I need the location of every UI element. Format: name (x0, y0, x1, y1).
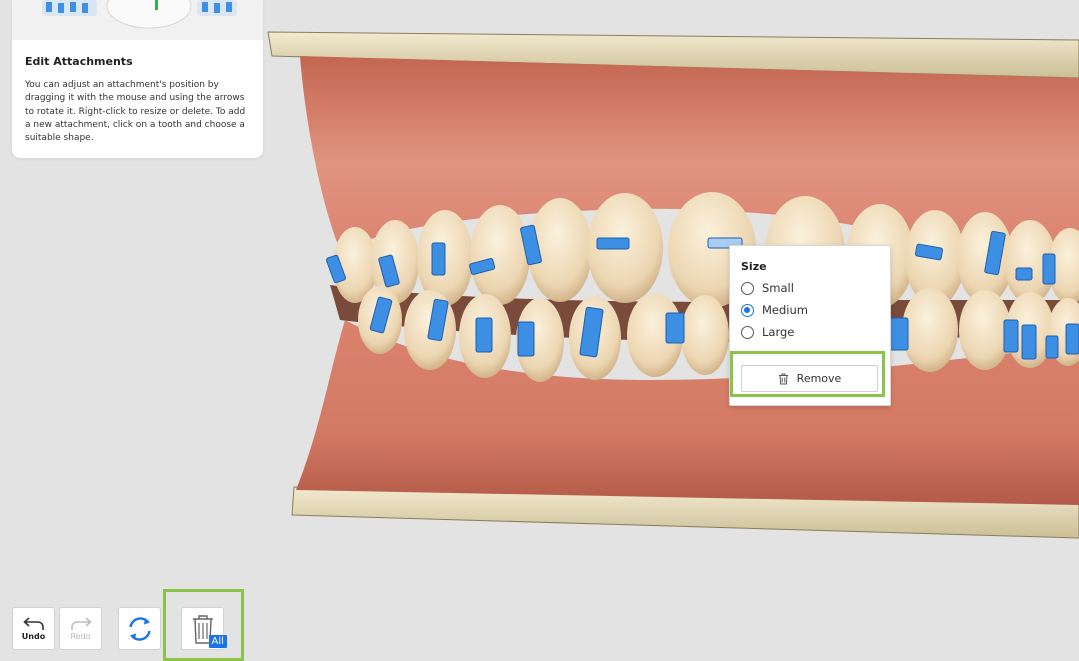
delete-all-button[interactable]: All (181, 607, 227, 650)
attachment (596, 237, 630, 250)
attachment (431, 242, 446, 276)
all-badge: All (208, 634, 227, 648)
trash-icon (778, 373, 788, 384)
radio-small[interactable] (741, 281, 754, 295)
size-heading: Size (741, 260, 767, 273)
attachment (1015, 267, 1033, 281)
undo-label: Undo (21, 631, 46, 641)
info-illustration (12, 0, 263, 40)
size-option-label: Large (762, 325, 795, 339)
attachment (517, 321, 535, 357)
radio-medium[interactable] (741, 303, 754, 317)
remove-label: Remove (796, 372, 842, 385)
attachment (1003, 319, 1019, 353)
info-description: You can adjust an attachment's position … (25, 80, 246, 144)
redo-label: Redo (70, 631, 91, 641)
attachment (1045, 335, 1059, 359)
attachment (1065, 323, 1079, 355)
remove-button[interactable]: Remove (741, 365, 878, 392)
attachment (475, 317, 493, 353)
radio-large[interactable] (741, 325, 754, 339)
attachment (665, 312, 685, 344)
size-option-label: Small (762, 281, 794, 295)
info-panel: Edit Attachments You can adjust an attac… (12, 0, 263, 158)
undo-icon (22, 616, 44, 630)
reset-view-button[interactable] (118, 607, 161, 650)
attachment-context-menu: Size Small Medium Large Remove (729, 245, 891, 406)
redo-button[interactable]: Redo (59, 607, 102, 650)
rotate-view-icon (128, 616, 151, 641)
size-option-label: Medium (762, 303, 808, 317)
info-title: Edit Attachments (25, 55, 133, 68)
attachment (1021, 324, 1037, 360)
redo-icon (70, 616, 92, 630)
size-option-large[interactable]: Large (741, 323, 794, 341)
size-option-medium[interactable]: Medium (741, 301, 808, 319)
size-option-small[interactable]: Small (741, 279, 794, 297)
undo-button[interactable]: Undo (12, 607, 55, 650)
attachment (889, 317, 909, 351)
attachment (1042, 253, 1056, 285)
